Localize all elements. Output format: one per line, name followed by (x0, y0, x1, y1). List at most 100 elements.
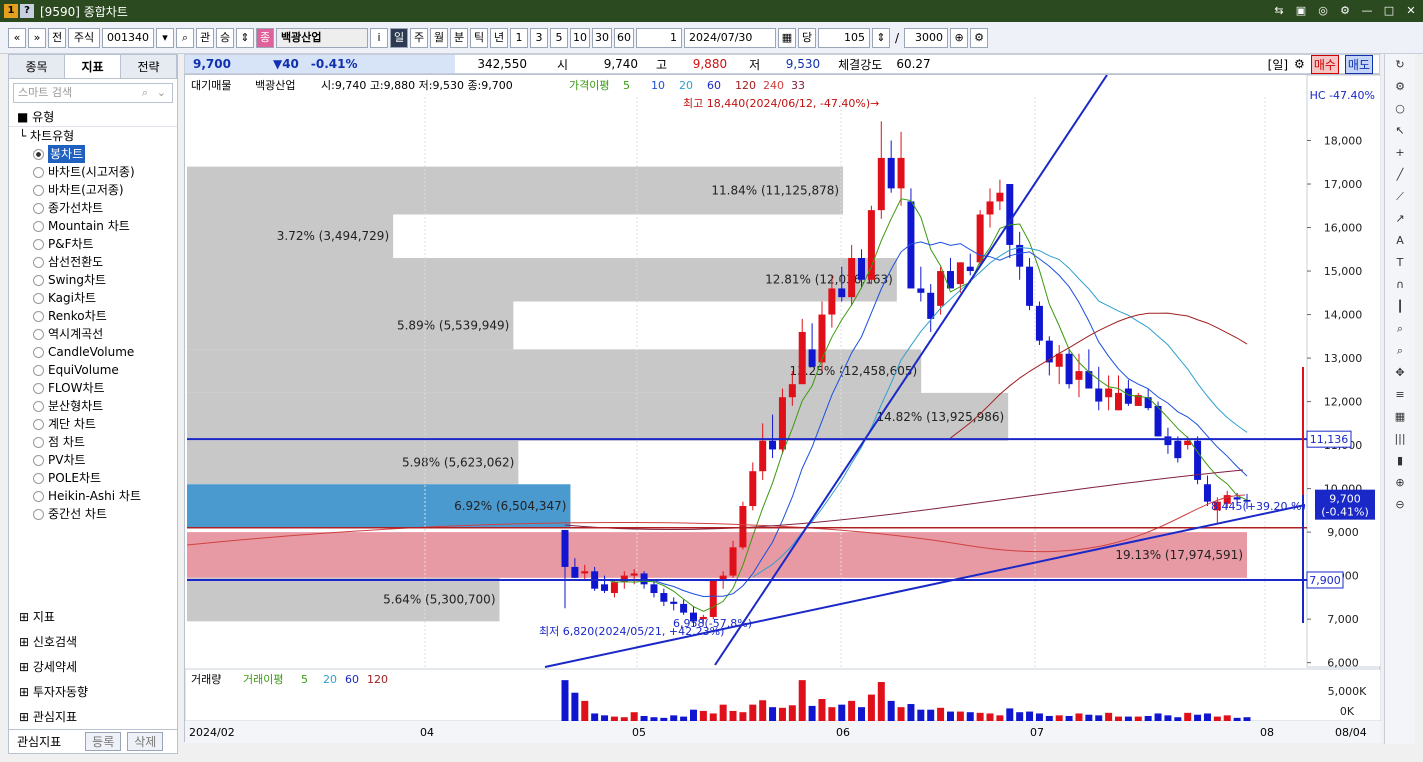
help-icon[interactable]: ? (20, 4, 34, 18)
radio-icon[interactable] (33, 256, 44, 268)
plus-icon[interactable]: ⊞ (19, 710, 29, 724)
candle-body[interactable] (1144, 397, 1152, 409)
radio-icon[interactable] (33, 472, 44, 484)
candle-body[interactable] (1095, 388, 1103, 402)
auto-icon[interactable]: A (1385, 230, 1415, 252)
price-chart-svg[interactable]: 11.84% (11,125,878)3.72% (3,494,729)12.8… (184, 74, 1382, 743)
search-icon[interactable]: ⌕ (1385, 340, 1415, 362)
candle-body[interactable] (887, 157, 895, 189)
search-icon[interactable]: ⌕ (176, 27, 194, 48)
circle-icon[interactable]: ○ (1385, 98, 1415, 120)
minus-icon[interactable]: ⊖ (1385, 494, 1415, 516)
candle-body[interactable] (670, 601, 678, 604)
radio-icon[interactable] (33, 508, 44, 520)
chart-type-item[interactable]: 계단 차트 (19, 415, 177, 433)
tree-root[interactable]: └ 차트유형 (19, 127, 177, 145)
radio-icon[interactable] (33, 274, 44, 286)
close-icon[interactable]: ✕ (1403, 3, 1419, 19)
candle-body[interactable] (561, 529, 569, 567)
period-week-tab[interactable]: 주 (410, 27, 428, 48)
candle-body[interactable] (729, 547, 737, 576)
candle-body[interactable] (640, 573, 648, 585)
chart-type-item[interactable]: Renko차트 (19, 307, 177, 325)
chart-type-item[interactable]: 바차트(고저종) (19, 181, 177, 199)
radio-icon[interactable] (33, 148, 44, 160)
chart-type-item[interactable]: Swing차트 (19, 271, 177, 289)
chart-type-item[interactable]: CandleVolume (19, 343, 177, 361)
candle-body[interactable] (769, 440, 777, 450)
section-item[interactable]: ⊞ 관심지표 (9, 705, 177, 730)
period-label[interactable]: [일] (1268, 56, 1288, 73)
radio-icon[interactable] (33, 238, 44, 250)
period-tick-tab[interactable]: 틱 (470, 27, 488, 48)
view-count-input[interactable]: 105 (818, 27, 870, 48)
radio-icon[interactable] (33, 346, 44, 358)
candle-body[interactable] (1203, 484, 1211, 502)
tab-strategy[interactable]: 전략 (121, 55, 177, 78)
candle-body[interactable] (1026, 266, 1034, 306)
chart-type-item[interactable]: 중간선 차트 (19, 505, 177, 523)
candle-body[interactable] (630, 573, 638, 576)
candle-body[interactable] (798, 331, 806, 385)
cross-icon[interactable]: + (1385, 142, 1415, 164)
period-month-tab[interactable]: 월 (430, 27, 448, 48)
candle-body[interactable] (788, 384, 796, 398)
candle-body[interactable] (778, 397, 786, 450)
radio-icon[interactable] (33, 310, 44, 322)
settings-icon[interactable]: ⚙ (1337, 3, 1353, 19)
section-type[interactable]: ■ 유형 (9, 107, 177, 127)
chart-type-item[interactable]: Kagi차트 (19, 289, 177, 307)
prev-stock-button[interactable]: 전 (48, 27, 66, 48)
candle-body[interactable] (838, 288, 846, 298)
total-count-input[interactable]: 3000 (904, 27, 949, 48)
chart-type-item[interactable]: 점 차트 (19, 433, 177, 451)
line2-icon[interactable]: ⟋ (1385, 186, 1415, 208)
candle-body[interactable] (1164, 436, 1172, 446)
candle-body[interactable] (966, 266, 974, 272)
period-year-tab[interactable]: 년 (490, 27, 508, 48)
candle-body[interactable] (956, 262, 964, 285)
candle-body[interactable] (996, 192, 1004, 202)
candle-body[interactable] (858, 257, 866, 280)
radio-icon[interactable] (33, 490, 44, 502)
plus-icon[interactable]: ⊞ (19, 635, 29, 649)
candle-body[interactable] (907, 201, 915, 289)
chart-type-item[interactable]: 종가선차트 (19, 199, 177, 217)
count-10-button[interactable]: 10 (570, 27, 590, 48)
chart-type-item[interactable]: FLOW차트 (19, 379, 177, 397)
radio-icon[interactable] (33, 328, 44, 340)
minimize-icon[interactable]: — (1359, 3, 1375, 19)
sang-button[interactable]: 승 (216, 27, 234, 48)
register-button[interactable]: 등록 (85, 732, 122, 751)
chart-type-item[interactable]: 바차트(시고저종) (19, 163, 177, 181)
delete-button[interactable]: 삭제 (127, 732, 164, 751)
magnet-icon[interactable]: ∩ (1385, 274, 1415, 296)
chart-type-item[interactable]: 역시계곡선 (19, 325, 177, 343)
gwan-button[interactable]: 관 (196, 27, 214, 48)
radio-icon[interactable] (33, 292, 44, 304)
candle-body[interactable] (917, 288, 925, 293)
section-item[interactable]: ⊞ 신호검색 (9, 630, 177, 655)
nav-down-button[interactable]: » (28, 27, 46, 48)
radio-icon[interactable] (33, 364, 44, 376)
interval-input[interactable]: 1 (636, 27, 682, 48)
zoom-icon[interactable]: ⊕ (950, 27, 969, 48)
radio-icon[interactable] (33, 166, 44, 178)
buy-button[interactable]: 매수 (1310, 54, 1339, 74)
refresh-icon[interactable]: ↻ (1385, 54, 1415, 76)
count-60-button[interactable]: 60 (614, 27, 634, 48)
gear-icon[interactable]: ⚙ (970, 27, 989, 48)
date-input[interactable]: 2024/07/30 (684, 27, 776, 48)
candle-body[interactable] (739, 506, 747, 548)
candle-body[interactable] (571, 566, 579, 578)
radio-icon[interactable] (33, 418, 44, 430)
candle-body[interactable] (1174, 440, 1182, 459)
candle-body[interactable] (927, 292, 935, 319)
candle-body[interactable] (1124, 388, 1132, 404)
radio-icon[interactable] (33, 184, 44, 196)
cursor-icon[interactable]: ↖ (1385, 120, 1415, 142)
period-day-tab[interactable]: 일 (390, 27, 408, 48)
gear-icon[interactable]: ⚙ (1385, 76, 1415, 98)
chart-type-item[interactable]: EquiVolume (19, 361, 177, 379)
bars-icon[interactable]: ||| (1385, 428, 1415, 450)
